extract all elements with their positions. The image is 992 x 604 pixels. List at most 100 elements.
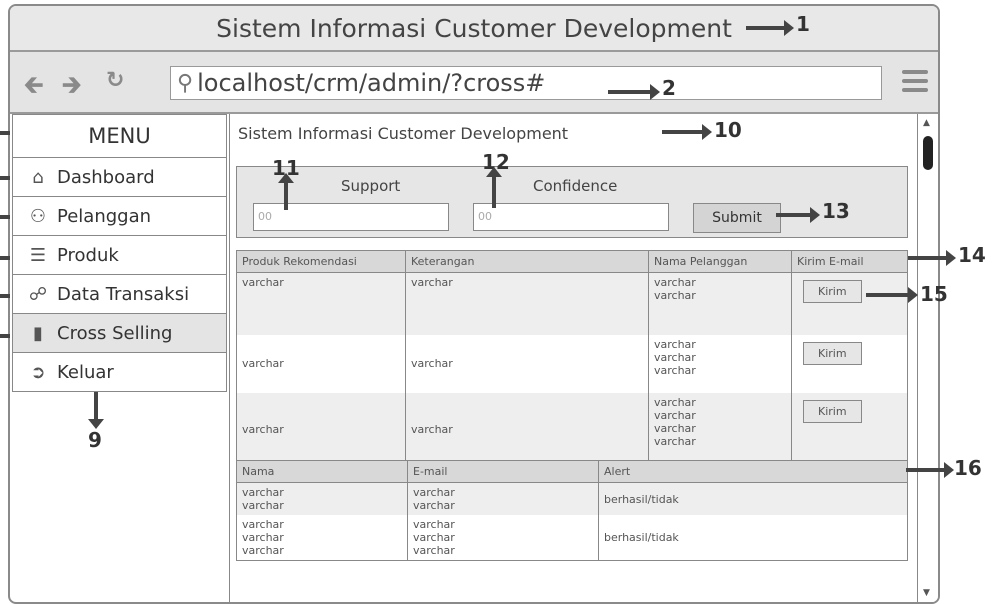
- cell: varchar varchar varchar: [648, 334, 792, 393]
- search-icon: ⚲: [177, 70, 194, 96]
- window-title: Sistem Informasi Customer Development: [216, 13, 732, 43]
- kirim-button[interactable]: Kirim: [803, 399, 862, 423]
- cell-line: varchar: [654, 408, 696, 422]
- confidence-label: Confidence: [533, 177, 618, 195]
- cell: varchar varchar: [236, 482, 408, 515]
- annotation-10: 10: [714, 118, 742, 142]
- browser-window: Sistem Informasi Customer Development 🡰 …: [8, 4, 940, 604]
- link-icon: ☍: [28, 283, 48, 305]
- cell-line: varchar: [413, 544, 455, 557]
- sidebar-item-cross-selling[interactable]: ▮ Cross Selling: [12, 314, 227, 353]
- sidebar-item-label: Cross Selling: [57, 322, 173, 344]
- kirim-button[interactable]: Kirim: [803, 280, 862, 303]
- column-header: Nama Pelanggan: [648, 250, 792, 273]
- cell: varchar varchar varchar: [236, 515, 408, 561]
- cell: varchar varchar varchar: [407, 515, 599, 561]
- confidence-input[interactable]: 00: [473, 203, 669, 231]
- cell-line: varchar: [654, 350, 696, 364]
- users-icon: ⚇: [29, 205, 47, 227]
- back-icon[interactable]: 🡰: [24, 68, 43, 109]
- sidebar-item-label: Produk: [57, 244, 119, 266]
- sidebar-item-label: Keluar: [57, 361, 114, 383]
- annotation-stub: [0, 176, 10, 180]
- annotation-arrow-13: [776, 207, 820, 223]
- sidebar-item-dashboard[interactable]: ⌂ Dashboard: [12, 158, 227, 197]
- cell: varchar varchar: [407, 482, 599, 515]
- cell: varchar: [405, 392, 649, 467]
- support-input[interactable]: 00: [253, 203, 449, 231]
- annotation-16: 16: [954, 456, 982, 480]
- forward-icon[interactable]: 🡲: [62, 68, 81, 109]
- cell-line: varchar: [413, 531, 455, 544]
- sidebar-item-label: Data Transaksi: [57, 283, 190, 305]
- table-row: varchar varchar varchar varchar Kirim: [236, 272, 908, 335]
- page-title: Sistem Informasi Customer Development: [238, 124, 569, 143]
- cell-line: varchar: [242, 531, 284, 544]
- sidebar-item-pelanggan[interactable]: ⚇ Pelanggan: [12, 197, 227, 236]
- column-header: Kirim E-mail: [791, 250, 908, 273]
- column-header: Alert: [598, 460, 908, 483]
- annotation-stub: [0, 131, 10, 135]
- file-icon: ▮: [33, 322, 43, 344]
- annotation-13: 13: [822, 199, 850, 223]
- column-header: Nama: [236, 460, 408, 483]
- cell-line: varchar: [242, 499, 284, 512]
- annotation-arrow-16: [906, 462, 954, 478]
- home-icon: ⌂: [32, 166, 44, 188]
- address-bar: 🡰 🡲 ↻ ⚲ localhost/crm/admin/?cross#: [10, 52, 938, 114]
- scroll-down-icon[interactable]: ▼: [923, 588, 930, 598]
- annotation-arrow-2: [608, 84, 660, 100]
- scroll-thumb[interactable]: [923, 136, 933, 170]
- scroll-up-icon[interactable]: ▲: [923, 118, 930, 128]
- cell: berhasil/tidak: [598, 515, 908, 561]
- annotation-arrow-14: [908, 250, 956, 266]
- annotation-arrow-11: [278, 173, 294, 210]
- recommendation-table: Produk Rekomendasi Keterangan Nama Pelan…: [236, 250, 908, 467]
- kirim-button[interactable]: Kirim: [803, 341, 862, 365]
- menu-title: MENU: [12, 114, 227, 158]
- annotation-14: 14: [958, 243, 986, 267]
- cell-line: varchar: [242, 544, 284, 557]
- cell: berhasil/tidak: [598, 482, 908, 515]
- cell-line: varchar: [654, 337, 696, 351]
- annotation-stub: [0, 294, 10, 298]
- cell: varchar: [405, 272, 649, 335]
- cell: varchar: [236, 334, 406, 393]
- annotation-arrow-9: [88, 392, 104, 429]
- main-content: Sistem Informasi Customer Development Su…: [229, 114, 920, 602]
- cell-line: varchar: [654, 421, 696, 435]
- annotation-arrow-10: [662, 124, 712, 140]
- reload-icon[interactable]: ↻: [106, 68, 124, 93]
- table-row: varchar varchar varchar varchar varchar …: [236, 515, 908, 561]
- cell: Kirim: [791, 272, 908, 335]
- annotation-stub: [0, 334, 10, 338]
- annotation-stub: [0, 256, 10, 260]
- menu-icon[interactable]: [902, 70, 928, 97]
- cell: varchar: [236, 272, 406, 335]
- annotation-arrow-1: [746, 20, 794, 36]
- sidebar-item-produk[interactable]: ☰ Produk: [12, 236, 227, 275]
- url-field[interactable]: ⚲ localhost/crm/admin/?cross#: [170, 66, 882, 100]
- support-label: Support: [341, 177, 401, 195]
- alert-table: Nama E-mail Alert varchar varchar varcha…: [236, 460, 908, 561]
- annotation-9: 9: [88, 428, 102, 452]
- submit-button[interactable]: Submit: [693, 203, 781, 233]
- column-header: Keterangan: [405, 250, 649, 273]
- cell-line: varchar: [413, 486, 455, 499]
- cell-line: varchar: [242, 518, 284, 531]
- cell: varchar: [236, 392, 406, 467]
- column-header: Produk Rekomendasi: [236, 250, 406, 273]
- cell-line: varchar: [242, 486, 284, 499]
- vertical-scrollbar[interactable]: ▲ ▼: [917, 114, 938, 602]
- annotation-arrow-12: [486, 167, 502, 208]
- sidebar-item-data-transaksi[interactable]: ☍ Data Transaksi: [12, 275, 227, 314]
- cell: Kirim: [791, 334, 908, 393]
- annotation-15: 15: [920, 282, 948, 306]
- sidebar-item-keluar[interactable]: ➲ Keluar: [12, 353, 227, 392]
- annotation-1: 1: [796, 12, 810, 36]
- cell-line: varchar: [654, 434, 696, 448]
- cell-line: varchar: [654, 276, 696, 289]
- table-row: varchar varchar varchar varchar varchar …: [236, 392, 908, 467]
- annotation-2: 2: [662, 76, 676, 100]
- cell: varchar: [405, 334, 649, 393]
